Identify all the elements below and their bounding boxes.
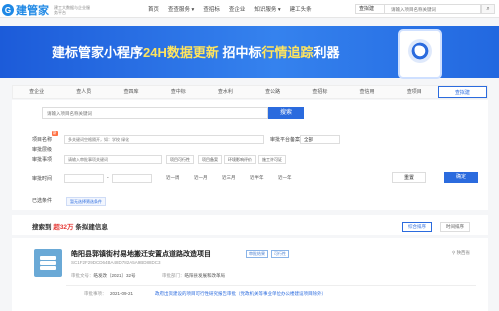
card-divider [66,285,476,286]
banner-text-c: 招中标 [218,45,262,60]
approval-matter-row-label: 审批事项： [84,291,107,296]
phone-illustration: G [398,29,442,79]
approval-number-label: 审批文号： [71,273,94,278]
approval-department-label: 审批部门： [162,273,185,278]
matter-option-filing[interactable]: 项目备案 [198,155,222,164]
date-separator: - [107,175,109,181]
result-card[interactable]: 皓阳县郭镇街村易地搬迁安置点道路改造项目 审批结果 可行性 ⚲ 陕西省 SC1F… [12,238,488,311]
keyword-search-button[interactable]: 搜索 [268,107,304,119]
tab-water[interactable]: 查水利 [202,86,249,98]
tab-highway[interactable]: 查公路 [249,86,296,98]
tab-tenders[interactable]: 查招标 [296,86,343,98]
tab-winning-bids[interactable]: 查中标 [155,86,202,98]
approval-level-label: 审批层级 [32,147,53,153]
banner-text-d: 行情追踪 [261,45,314,60]
tab-proposed-projects[interactable]: 查拟建 [437,86,488,98]
logo-text: 建管家 [16,5,49,17]
tab-personnel[interactable]: 查人员 [60,86,107,98]
nav-check-services[interactable]: 查查服务 ▾ [168,5,194,13]
header-search-type-select[interactable]: 查拟建 [355,4,385,14]
banner-text-a: 建标管家小程序 [52,45,144,60]
mini-program-code-icon: G [408,39,432,63]
header-search-input[interactable] [385,5,480,13]
results-suffix: 条拟建信息 [73,224,108,231]
tab-credit[interactable]: 查信用 [343,86,390,98]
logo-slogan: 建工大数据与企业服务平台 [54,5,90,15]
main-nav: 首页 查查服务 ▾ 查招标 查企业 知识服务 ▾ 建工头条 [148,0,321,18]
sort-by-time[interactable]: 时间排序 [440,222,470,232]
approval-time-label: 审批时间 [32,176,53,182]
tab-companies[interactable]: 查企业 [13,86,60,98]
nav-tenders[interactable]: 查招标 [203,5,220,13]
result-title[interactable]: 皓阳县郭镇街村易地搬迁安置点道路改造项目 [71,249,211,259]
approval-matter-label: 审批事项 [32,157,53,163]
new-badge: 新 [52,131,58,136]
approval-department-value: 皓阳县发展和改革局 [184,273,226,278]
approval-matter-value[interactable]: 政府出资建设的项目可行性研究报告审批（党政机关等事业单位办公楼建设项目除外） [155,291,326,297]
time-option-half-year[interactable]: 近半年 [250,175,264,181]
banner-headline: 建标管家小程序24H数据更新 招中标行情追踪利器 [52,42,340,61]
project-name-input[interactable] [65,136,263,143]
results-count: 搜索到 超32万 条拟建信息 [32,221,108,231]
keyword-search-box [42,107,268,119]
header-search-box [385,4,481,14]
nav-home[interactable]: 首页 [148,5,159,13]
category-tabs: 查企业 查人员 查四库 查中标 查水利 查公路 查招标 查信用 查项目 查拟建 [12,85,488,99]
nav-companies[interactable]: 查企业 [229,5,246,13]
location-pin-icon: ⚲ [452,250,456,255]
approval-matter-input[interactable] [65,156,161,163]
top-header: G 建管家 建工大数据与企业服务平台 首页 查查服务 ▾ 查招标 查企业 知识服… [0,0,499,18]
result-code: SC1F2F29DCD64BA48D782A5A9BD88DC3 [71,260,161,265]
search-icon: ⌕ [486,6,490,12]
result-location: ⚲ 陕西省 [452,250,470,256]
time-option-three-months[interactable]: 近三月 [222,175,236,181]
nav-knowledge-services[interactable]: 知识服务 ▾ [254,5,280,13]
sort-comprehensive[interactable]: 综合排序 [402,222,432,232]
approval-platform-label: 审批平台备案 [270,137,301,143]
confirm-button[interactable]: 确定 [444,172,478,183]
time-option-year[interactable]: 近一年 [278,175,292,181]
approval-platform-select[interactable]: 全部 [300,135,340,144]
project-name-label: 项目名称 [32,137,53,143]
selected-condition-chip: 暂无选择筛选条件 [66,197,106,206]
reset-button[interactable]: 重置 [392,172,426,183]
results-prefix: 搜索到 [32,224,54,231]
start-date-input[interactable] [64,174,104,183]
selected-conditions-label: 已选条件 [32,198,53,204]
layers-icon [34,249,62,277]
tab-four-libraries[interactable]: 查四库 [107,86,154,98]
matter-option-environment[interactable]: 环境影响评价 [224,155,256,164]
results-header: 搜索到 超32万 条拟建信息 综合排序 时间排序 [12,215,488,235]
nav-headlines[interactable]: 建工头条 [290,5,312,13]
approval-number-value: 皓发改〔2021〕32号 [93,273,136,278]
tag-feasibility: 可行性 [271,250,289,258]
logo-mark-icon: G [2,4,14,16]
banner-text-b: 24H数据更新 [143,45,219,60]
keyword-search-input[interactable] [43,108,267,118]
time-option-week[interactable]: 近一周 [166,175,180,181]
project-name-field [64,135,264,144]
approval-matter-field [64,155,162,164]
matter-option-feasibility[interactable]: 项目可行性 [166,155,194,164]
header-search-button[interactable]: ⌕ [481,4,495,14]
results-count-value: 超32万 [53,224,74,231]
logo[interactable]: G 建管家 建工大数据与企业服务平台 [2,2,92,18]
result-location-text: 陕西省 [456,250,471,255]
tag-approval-result: 审批结果 [246,250,268,258]
time-option-month[interactable]: 近一月 [194,175,208,181]
approval-date: 2021-09-21 [110,291,134,296]
approval-department: 审批部门：皓阳县发展和改革局 [162,273,225,279]
matter-option-construction-permit[interactable]: 施工许可证 [258,155,286,164]
filter-panel: 搜索 项目名称 新 审批平台备案 全部 审批层级 审批事项 项目可行性 项目备案… [12,100,488,210]
banner-text-e: 利器 [313,45,340,60]
approval-number: 审批文号：皓发改〔2021〕32号 [71,273,136,279]
end-date-input[interactable] [112,174,152,183]
tab-projects[interactable]: 查项目 [391,86,438,98]
